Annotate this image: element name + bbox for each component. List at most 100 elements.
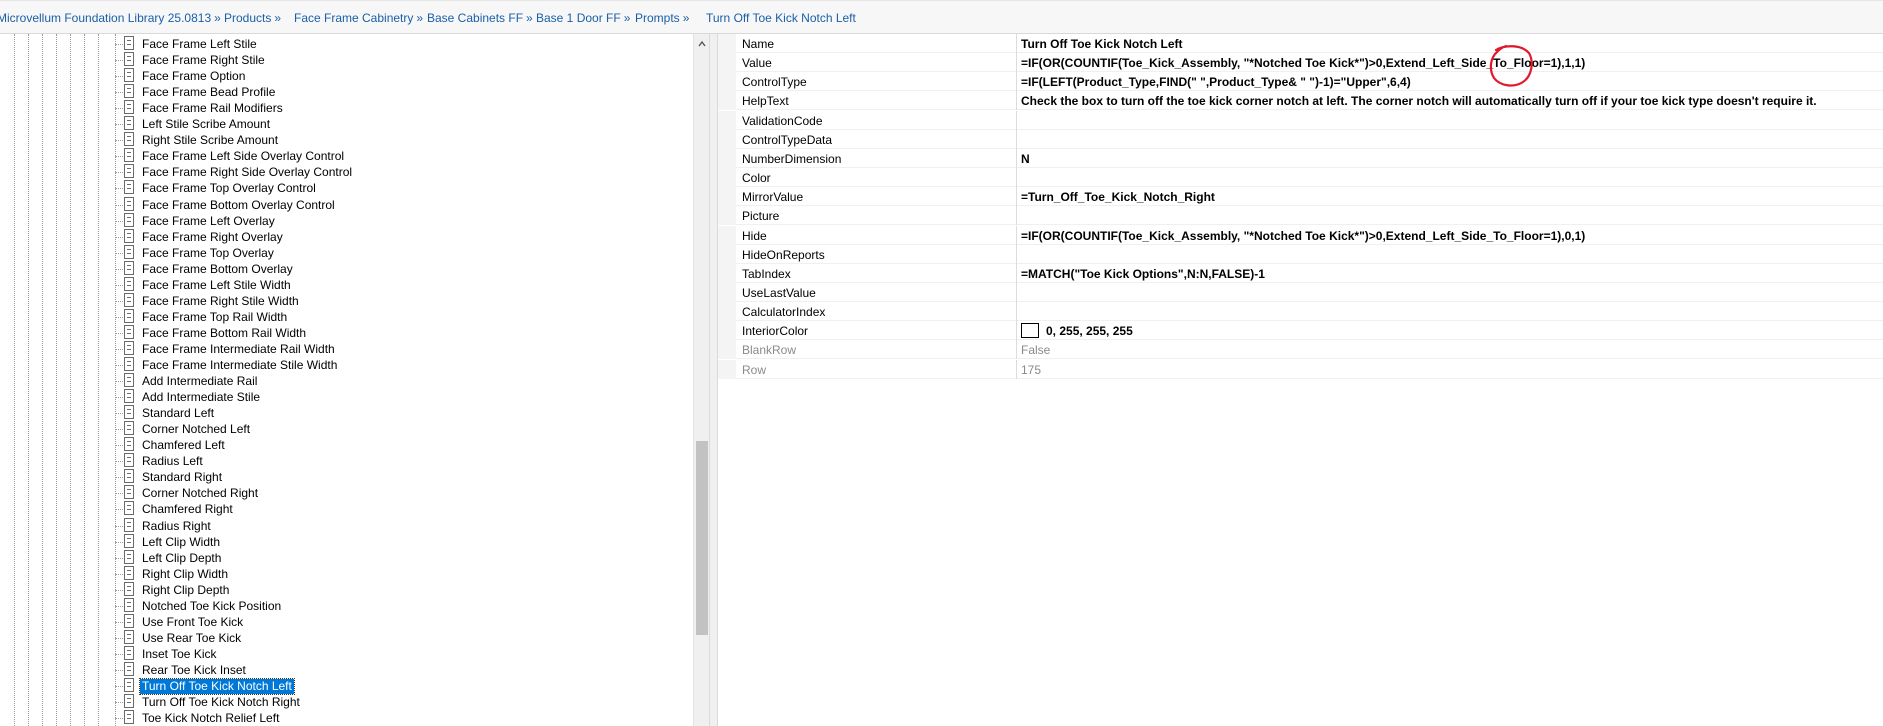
property-row-blankrow[interactable]: BlankRow False xyxy=(718,340,1883,360)
tree-item-label[interactable]: Face Frame Right Stile xyxy=(140,53,267,68)
tree-item-label[interactable]: Corner Notched Right xyxy=(140,486,260,501)
breadcrumb-item[interactable]: Prompts» xyxy=(635,11,689,25)
tree-item[interactable]: Left Stile Scribe Amount xyxy=(0,116,693,132)
tree-item[interactable]: Face Frame Top Overlay xyxy=(0,244,693,261)
property-value[interactable]: =IF(OR(COUNTIF(Toe_Kick_Assembly, "*Notc… xyxy=(1021,229,1585,243)
tree-item-label[interactable]: Face Frame Rail Modifiers xyxy=(140,101,285,116)
property-value[interactable]: N xyxy=(1021,152,1030,166)
property-row-controltypedata[interactable]: ControlTypeData xyxy=(718,129,1883,149)
tree-item-label[interactable]: Face Frame Option xyxy=(140,69,247,84)
property-value[interactable]: =Turn_Off_Toe_Kick_Notch_Right xyxy=(1021,190,1215,204)
property-value[interactable]: Turn Off Toe Kick Notch Left xyxy=(1021,37,1183,51)
tree-item-label[interactable]: Toe Kick Notch Relief Left xyxy=(140,711,281,726)
tree-item[interactable]: Standard Right xyxy=(0,469,693,485)
property-row-interiorcolor[interactable]: InteriorColor 0, 255, 255, 255 xyxy=(718,321,1883,341)
tree-item[interactable]: Face Frame Bead Profile xyxy=(0,84,693,100)
tree-item[interactable]: Face Frame Rail Modifiers xyxy=(0,100,693,116)
tree-item[interactable]: Chamfered Left xyxy=(0,437,693,453)
tree-item-label[interactable]: Notched Toe Kick Position xyxy=(140,599,283,614)
tree-item-label[interactable]: Right Clip Width xyxy=(140,567,230,582)
tree-item[interactable]: Face Frame Right Stile Width xyxy=(0,292,693,309)
tree-item[interactable]: Toe Kick Notch Relief Left xyxy=(0,710,693,726)
property-row-name[interactable]: Name Turn Off Toe Kick Notch Left xyxy=(718,34,1883,53)
tree-item-label[interactable]: Face Frame Left Side Overlay Control xyxy=(140,149,346,164)
tree-item-label[interactable]: Standard Left xyxy=(140,406,216,421)
tree-item[interactable]: Inset Toe Kick xyxy=(0,645,693,662)
tree-item[interactable]: Face Frame Intermediate Rail Width xyxy=(0,340,693,357)
breadcrumb-item[interactable]: Microvellum Foundation Library 25.0813» xyxy=(0,11,221,25)
tree-item[interactable]: Face Frame Left Side Overlay Control xyxy=(0,148,693,164)
tree-item-label[interactable]: Right Stile Scribe Amount xyxy=(140,133,280,148)
tree-item-label[interactable]: Face Frame Intermediate Stile Width xyxy=(140,358,339,373)
tree-item-label[interactable]: Face Frame Bead Profile xyxy=(140,85,277,100)
tree-item[interactable]: Radius Left xyxy=(0,453,693,469)
pane-splitter[interactable] xyxy=(709,34,718,726)
breadcrumb-item[interactable]: Turn Off Toe Kick Notch Left xyxy=(706,11,856,25)
tree-item[interactable]: Face Frame Top Overlay Control xyxy=(0,180,693,196)
tree-item[interactable]: Standard Left xyxy=(0,405,693,421)
tree-item-label[interactable]: Rear Toe Kick Inset xyxy=(140,663,248,678)
property-row-hideonreports[interactable]: HideOnReports xyxy=(718,244,1883,264)
tree-item[interactable]: Face Frame Left Stile Width xyxy=(0,276,693,293)
tree-item[interactable]: Use Front Toe Kick xyxy=(0,613,693,630)
tree-item[interactable]: Face Frame Bottom Overlay xyxy=(0,260,693,277)
tree-item[interactable]: Left Clip Width xyxy=(0,533,693,550)
tree-item[interactable]: Right Clip Width xyxy=(0,565,693,582)
property-row-value[interactable]: Value =IF(OR(COUNTIF(Toe_Kick_Assembly, "… xyxy=(718,53,1883,73)
tree-item-label[interactable]: Face Frame Right Stile Width xyxy=(140,294,301,309)
breadcrumb-item[interactable]: Base 1 Door FF» xyxy=(536,11,630,25)
tree-item[interactable]: Turn Off Toe Kick Notch Right xyxy=(0,694,693,710)
tree-item-label[interactable]: Left Clip Depth xyxy=(140,551,223,566)
tree-item[interactable]: Add Intermediate Rail xyxy=(0,373,693,389)
property-row-picture[interactable]: Picture xyxy=(718,206,1883,226)
tree-item[interactable]: Add Intermediate Stile xyxy=(0,389,693,405)
property-value[interactable]: =MATCH("Toe Kick Options",N:N,FALSE)-1 xyxy=(1021,267,1265,281)
tree-item-label[interactable]: Left Clip Width xyxy=(140,535,222,550)
tree-item-label[interactable]: Face Frame Left Stile Width xyxy=(140,278,293,293)
property-row-color[interactable]: Color xyxy=(718,168,1883,188)
tree-item-label[interactable]: Add Intermediate Rail xyxy=(140,374,259,389)
tree-item[interactable]: Radius Right xyxy=(0,517,693,534)
tree-item-label[interactable]: Face Frame Top Overlay Control xyxy=(140,181,318,196)
tree-item-label[interactable]: Corner Notched Left xyxy=(140,422,252,437)
tree-item-label[interactable]: Face Frame Bottom Overlay Control xyxy=(140,198,337,213)
tree-item-label[interactable]: Face Frame Top Rail Width xyxy=(140,310,289,325)
tree-item-label[interactable]: Radius Right xyxy=(140,519,213,534)
tree-item[interactable]: Left Clip Depth xyxy=(0,549,693,566)
property-value[interactable]: Check the box to turn off the toe kick c… xyxy=(1021,94,1817,108)
tree-item-label[interactable]: Face Frame Right Side Overlay Control xyxy=(140,165,354,180)
breadcrumb-item[interactable]: Face Frame Cabinetry» xyxy=(294,11,423,25)
tree-item[interactable]: Rear Toe Kick Inset xyxy=(0,661,693,678)
property-row-row[interactable]: Row 175 xyxy=(718,359,1883,379)
tree-item[interactable]: Face Frame Intermediate Stile Width xyxy=(0,357,693,373)
property-value[interactable]: 0, 255, 255, 255 xyxy=(1046,324,1133,338)
color-swatch[interactable] xyxy=(1021,323,1039,339)
tree-item-label[interactable]: Right Clip Depth xyxy=(140,583,231,598)
tree-item[interactable]: Face Frame Top Rail Width xyxy=(0,308,693,325)
property-row-numberdimension[interactable]: NumberDimension N xyxy=(718,148,1883,168)
property-row-tabindex[interactable]: TabIndex =MATCH("Toe Kick Options",N:N,FA… xyxy=(718,263,1883,283)
tree-item-label[interactable]: Face Frame Right Overlay xyxy=(140,230,285,245)
tree-item[interactable]: Corner Notched Right xyxy=(0,485,693,501)
tree-scrollbar[interactable] xyxy=(693,34,709,726)
property-row-mirrorvalue[interactable]: MirrorValue =Turn_Off_Toe_Kick_Notch_Righ… xyxy=(718,187,1883,207)
scroll-up-arrow-icon[interactable] xyxy=(698,40,706,48)
tree-item-label[interactable]: Face Frame Top Overlay xyxy=(140,246,276,261)
tree-item-label[interactable]: Chamfered Left xyxy=(140,438,227,453)
tree-item-label[interactable]: Inset Toe Kick xyxy=(140,647,218,662)
tree-item-label[interactable]: Face Frame Left Overlay xyxy=(140,214,277,229)
tree-item[interactable]: Face Frame Bottom Rail Width xyxy=(0,324,693,341)
scrollbar-thumb[interactable] xyxy=(696,441,708,635)
tree-item[interactable]: Right Clip Depth xyxy=(0,581,693,598)
breadcrumb-item[interactable]: Base Cabinets FF» xyxy=(427,11,533,25)
property-row-helptext[interactable]: HelpText Check the box to turn off the to… xyxy=(718,91,1883,111)
property-row-uselastvalue[interactable]: UseLastValue xyxy=(718,282,1883,302)
breadcrumb-item[interactable]: Products» xyxy=(224,11,281,25)
property-row-validationcode[interactable]: ValidationCode xyxy=(718,110,1883,130)
tree-item[interactable]: Face Frame Left Overlay xyxy=(0,212,693,229)
tree-item[interactable]: Face Frame Right Side Overlay Control xyxy=(0,164,693,180)
property-value[interactable]: =IF(LEFT(Product_Type,FIND(" ",Product_T… xyxy=(1021,75,1411,89)
tree-item-label[interactable]: Left Stile Scribe Amount xyxy=(140,117,272,132)
tree-item[interactable]: Chamfered Right xyxy=(0,501,693,517)
tree-item-label[interactable]: Face Frame Bottom Overlay xyxy=(140,262,295,277)
